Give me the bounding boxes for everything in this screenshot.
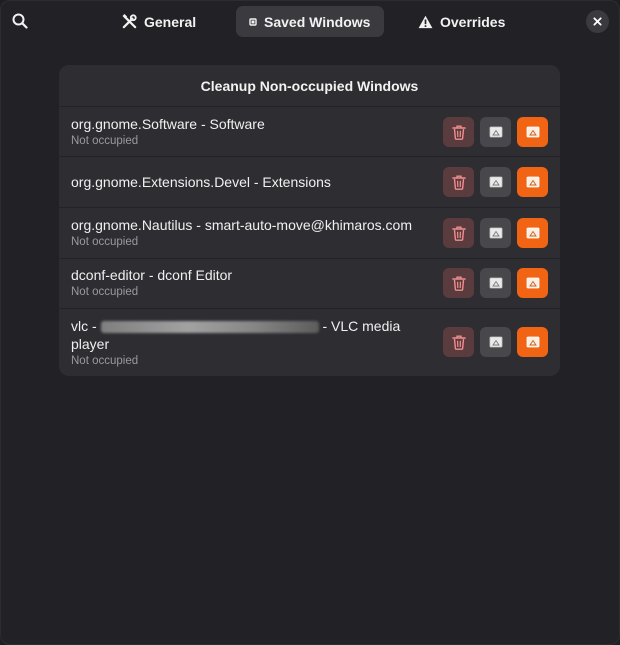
list-item-title-prefix: vlc - — [71, 318, 101, 334]
delete-button[interactable] — [443, 327, 474, 357]
image-missing-icon — [526, 126, 539, 138]
tab-overrides[interactable]: Overrides — [407, 6, 516, 37]
image-missing-icon — [526, 227, 539, 239]
search-button[interactable] — [7, 8, 33, 34]
list-item-title: org.gnome.Nautilus - smart-auto-move@khi… — [71, 217, 412, 233]
tab-saved-windows-label: Saved Windows — [264, 13, 371, 30]
list-item: org.gnome.Nautilus - smart-auto-move@khi… — [59, 208, 560, 259]
row-actions — [443, 117, 548, 147]
list-item-text: dconf-editor - dconf Editor Not occupied — [71, 266, 429, 300]
image-missing-icon — [489, 176, 502, 188]
delete-button[interactable] — [443, 268, 474, 298]
row-actions — [443, 218, 548, 248]
redacted-text — [100, 321, 319, 334]
edit-button[interactable] — [480, 327, 511, 357]
list-item-text: org.gnome.Extensions.Devel - Extensions — [71, 173, 429, 191]
list-item: vlc - - VLC media player Not occupied — [59, 309, 560, 376]
list-item: org.gnome.Software - Software Not occupi… — [59, 107, 560, 157]
save-button[interactable] — [517, 327, 548, 357]
list-item-title: org.gnome.Software - Software — [71, 116, 265, 132]
edit-button[interactable] — [480, 167, 511, 197]
warning-icon — [418, 15, 433, 29]
list-item-title: org.gnome.Extensions.Devel - Extensions — [71, 174, 331, 190]
row-actions — [443, 327, 548, 357]
card-title: Cleanup Non-occupied Windows — [59, 65, 560, 107]
list-item: org.gnome.Extensions.Devel - Extensions — [59, 157, 560, 208]
row-actions — [443, 167, 548, 197]
list-item-title-line2: player — [71, 336, 110, 352]
list-item-subtitle: Not occupied — [71, 286, 139, 298]
list-item-text: org.gnome.Software - Software Not occupi… — [71, 115, 429, 149]
tab-saved-windows[interactable]: Saved Windows — [236, 6, 384, 37]
trash-icon — [451, 276, 466, 291]
delete-button[interactable] — [443, 167, 474, 197]
trash-icon — [451, 335, 466, 350]
saved-windows-card: Cleanup Non-occupied Windows org.gnome.S… — [59, 65, 560, 376]
edit-button[interactable] — [480, 268, 511, 298]
tab-overrides-label: Overrides — [440, 13, 506, 30]
trash-icon — [451, 175, 466, 190]
image-missing-icon — [489, 126, 502, 138]
search-icon — [12, 13, 28, 29]
close-icon — [593, 17, 602, 26]
list-item: dconf-editor - dconf Editor Not occupied — [59, 259, 560, 309]
save-button[interactable] — [517, 117, 548, 147]
delete-button[interactable] — [443, 218, 474, 248]
trash-icon — [451, 125, 466, 140]
trash-icon — [451, 226, 466, 241]
save-button[interactable] — [517, 268, 548, 298]
save-button[interactable] — [517, 167, 548, 197]
list-item-text: org.gnome.Nautilus - smart-auto-move@khi… — [71, 216, 429, 250]
list-item-title: vlc - - VLC media — [71, 317, 429, 335]
list-item-subtitle: Not occupied — [71, 135, 139, 147]
tab-general[interactable]: General — [111, 6, 207, 37]
list-item-title: dconf-editor - dconf Editor — [71, 267, 233, 283]
image-missing-icon — [526, 176, 539, 188]
list-item-text: vlc - - VLC media player Not occupied — [71, 317, 429, 369]
list-item-subtitle: Not occupied — [71, 236, 139, 248]
tools-icon — [122, 14, 137, 29]
image-missing-icon — [489, 227, 502, 239]
close-button[interactable] — [586, 10, 609, 33]
row-actions — [443, 268, 548, 298]
tab-general-label: General — [144, 13, 197, 30]
delete-button[interactable] — [443, 117, 474, 147]
app-window: General Saved Windows Overrides Cleanup … — [0, 0, 620, 645]
window-icon — [249, 17, 257, 26]
image-missing-icon — [489, 336, 502, 348]
image-missing-icon — [526, 277, 539, 289]
header-bar: General Saved Windows Overrides — [1, 1, 619, 43]
list-item-subtitle: Not occupied — [71, 355, 139, 367]
edit-button[interactable] — [480, 117, 511, 147]
list-item-title-suffix: - VLC media — [318, 318, 401, 334]
save-button[interactable] — [517, 218, 548, 248]
image-missing-icon — [526, 336, 539, 348]
edit-button[interactable] — [480, 218, 511, 248]
image-missing-icon — [489, 277, 502, 289]
